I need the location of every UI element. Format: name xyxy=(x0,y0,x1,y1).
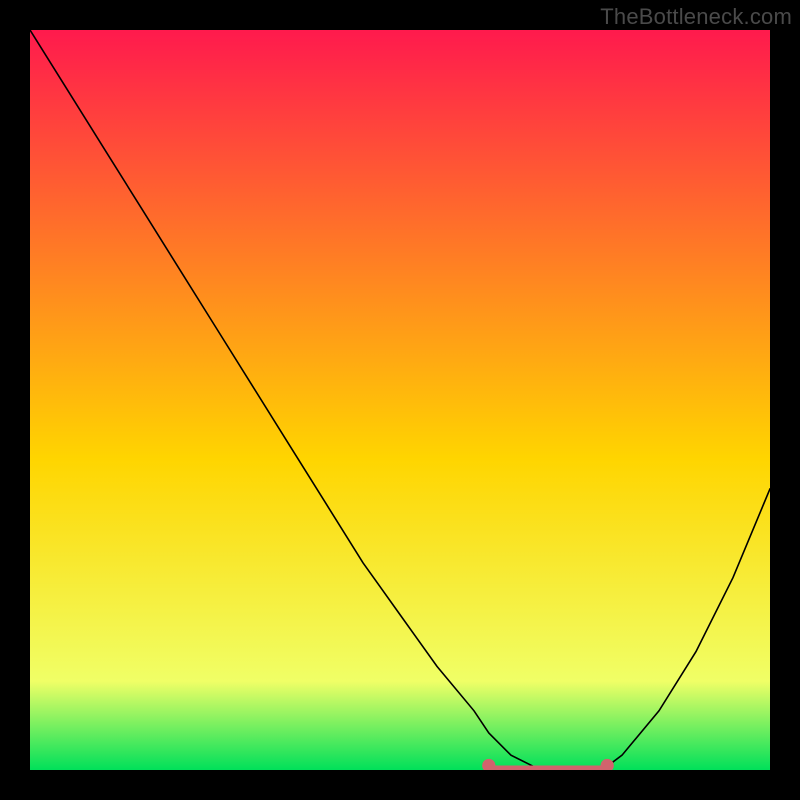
gradient-background xyxy=(30,30,770,770)
chart-frame: { "watermark": "TheBottleneck.com", "cha… xyxy=(0,0,800,800)
watermark-text: TheBottleneck.com xyxy=(600,4,792,30)
bottleneck-chart xyxy=(30,30,770,770)
